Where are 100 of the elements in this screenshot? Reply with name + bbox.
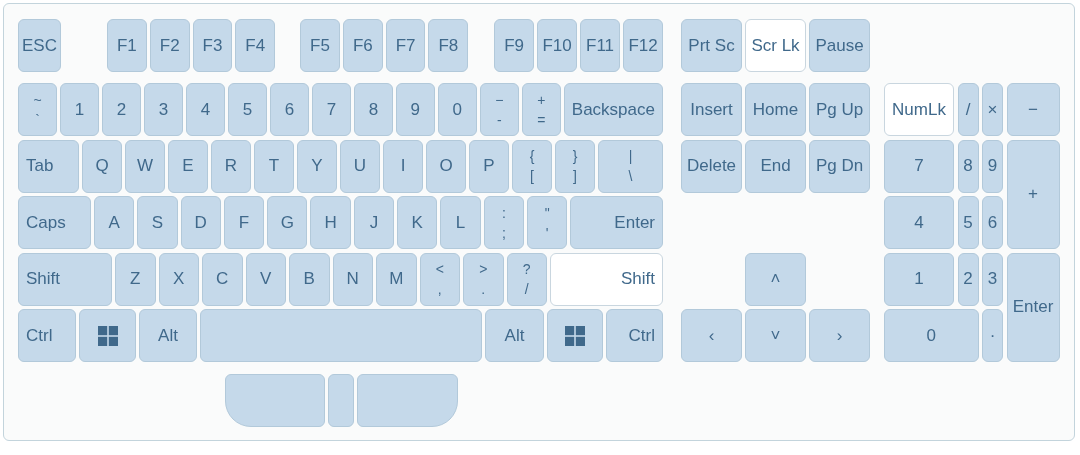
key[interactable]: P — [469, 139, 509, 193]
key[interactable]: D — [180, 196, 221, 249]
key[interactable]: 1 — [884, 252, 954, 306]
key[interactable]: Scr Lk — [745, 19, 806, 72]
key[interactable]: Pg Up — [809, 83, 870, 136]
key[interactable]: F4 — [235, 19, 276, 72]
key[interactable]: 8 — [353, 83, 393, 136]
key[interactable]: Insert — [681, 83, 742, 136]
key[interactable]: I — [383, 139, 423, 193]
key[interactable]: 6 — [982, 196, 1003, 249]
key[interactable]: | \ — [598, 139, 663, 193]
key[interactable]: F7 — [385, 19, 426, 72]
key[interactable]: Ctrl — [18, 309, 76, 362]
key[interactable]: · — [982, 309, 1003, 362]
key[interactable]: A — [94, 196, 135, 249]
key[interactable]: ˄ — [745, 252, 806, 306]
key[interactable]: 5 — [227, 83, 267, 136]
key[interactable]: ESC — [18, 19, 61, 72]
key[interactable]: Prt Sc — [681, 19, 742, 72]
key[interactable]: } ] — [555, 139, 595, 193]
key[interactable]: ˅ — [745, 309, 806, 362]
key[interactable]: 2 — [101, 83, 141, 136]
key[interactable]: Enter — [570, 196, 663, 249]
windows-key[interactable] — [79, 309, 136, 362]
key[interactable]: Enter — [1006, 252, 1060, 362]
key[interactable]: G — [267, 196, 308, 249]
key[interactable]: F2 — [149, 19, 190, 72]
key[interactable]: X — [158, 252, 199, 306]
key[interactable]: 7 — [311, 83, 351, 136]
key[interactable]: W — [125, 139, 165, 193]
key[interactable]: T — [254, 139, 294, 193]
key[interactable]: Caps — [18, 196, 91, 249]
key[interactable]: F8 — [428, 19, 469, 72]
key[interactable]: 7 — [884, 139, 954, 193]
key[interactable]: 0 — [884, 309, 979, 362]
key[interactable]: 0 — [437, 83, 477, 136]
key[interactable]: F10 — [537, 19, 578, 72]
key[interactable]: 6 — [269, 83, 309, 136]
key[interactable]: C — [202, 252, 243, 306]
key[interactable]: × — [982, 83, 1003, 136]
key[interactable]: H — [310, 196, 351, 249]
key[interactable]: 3 — [982, 252, 1003, 306]
key[interactable]: ‹ — [681, 309, 742, 362]
touchpad-button[interactable] — [357, 373, 458, 427]
key[interactable]: Alt — [485, 309, 544, 362]
key[interactable]: { [ — [512, 139, 552, 193]
key[interactable]: O — [426, 139, 466, 193]
key[interactable]: 1 — [60, 83, 99, 136]
key[interactable]: 5 — [957, 196, 979, 249]
key[interactable]: › — [809, 309, 870, 362]
key[interactable]: F6 — [342, 19, 383, 72]
key[interactable]: Tab — [18, 139, 79, 193]
key[interactable]: 3 — [143, 83, 183, 136]
key[interactable]: F — [223, 196, 265, 249]
key[interactable]: − — [1006, 83, 1060, 136]
key[interactable]: F12 — [623, 19, 664, 72]
key[interactable]: > . — [463, 252, 504, 306]
key[interactable]: Home — [745, 83, 806, 136]
key[interactable]: Z — [115, 252, 156, 306]
space-bar[interactable] — [200, 309, 482, 362]
key[interactable]: N — [332, 252, 373, 306]
key[interactable]: Alt — [139, 309, 197, 362]
key[interactable]: ? / — [506, 252, 547, 306]
key[interactable]: Backspace — [563, 83, 663, 136]
key[interactable]: Shift — [550, 252, 663, 306]
key[interactable]: F9 — [494, 19, 535, 72]
key[interactable]: 2 — [957, 252, 979, 306]
key[interactable]: F11 — [580, 19, 621, 72]
key[interactable]: Ctrl — [606, 309, 663, 362]
key[interactable]: 4 — [185, 83, 225, 136]
key[interactable]: : ; — [483, 196, 524, 249]
key[interactable]: M — [376, 252, 417, 306]
key[interactable]: U — [340, 139, 380, 193]
key[interactable]: V — [245, 252, 286, 306]
key[interactable]: S — [137, 196, 178, 249]
key[interactable]: R — [211, 139, 251, 193]
key[interactable]: B — [289, 252, 330, 306]
key[interactable]: NumLk — [884, 83, 954, 136]
key[interactable]: 8 — [957, 139, 979, 193]
touchpad-button[interactable] — [328, 373, 354, 427]
key[interactable]: < , — [419, 252, 460, 306]
key[interactable]: K — [397, 196, 438, 249]
key[interactable]: / — [957, 83, 979, 136]
key[interactable]: Pg Dn — [809, 139, 870, 193]
key[interactable]: Y — [297, 139, 337, 193]
key[interactable]: 4 — [884, 196, 954, 249]
key[interactable]: E — [168, 139, 208, 193]
key[interactable]: − - — [479, 83, 519, 136]
windows-key[interactable] — [547, 309, 603, 362]
key[interactable]: " ' — [526, 196, 568, 249]
key[interactable]: + = — [521, 83, 561, 136]
key[interactable]: Shift — [18, 252, 112, 306]
key[interactable]: J — [353, 196, 395, 249]
key[interactable]: 9 — [982, 139, 1003, 193]
key[interactable]: 9 — [395, 83, 435, 136]
key[interactable]: End — [745, 139, 806, 193]
key[interactable]: F3 — [192, 19, 233, 72]
touchpad-button[interactable] — [225, 373, 325, 427]
key[interactable]: ~ ` — [18, 83, 57, 136]
key[interactable]: + — [1006, 139, 1060, 249]
